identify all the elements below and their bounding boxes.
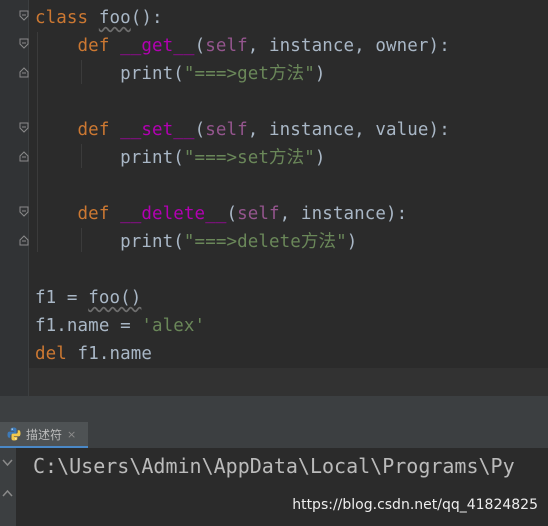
run-tab[interactable]: 描述符 ×	[0, 422, 88, 448]
code-line-11[interactable]: f1 = foo()	[35, 284, 141, 312]
self-param: self	[205, 36, 248, 56]
paren: (	[173, 148, 184, 168]
code-line-6[interactable]: print("===>set方法")	[35, 144, 326, 172]
paren: (	[173, 64, 184, 84]
paren: (	[173, 232, 184, 252]
print-call: print	[120, 232, 174, 252]
keyword-class: class	[35, 8, 89, 28]
code-line-3[interactable]: print("===>get方法")	[35, 60, 326, 88]
fold-marker-icon[interactable]	[19, 206, 29, 217]
console-toolbar	[0, 448, 16, 526]
keyword-del: del	[35, 344, 67, 364]
string-literal: 'alex'	[141, 316, 206, 336]
code-line-2[interactable]: def __get__(self, instance, owner):	[35, 32, 450, 60]
class-signature: ():	[130, 8, 163, 28]
fold-end-icon[interactable]	[19, 67, 29, 78]
method-name: __set__	[120, 120, 195, 140]
paren: )	[314, 64, 326, 84]
current-line-highlight	[29, 368, 548, 396]
self-param: self	[205, 120, 248, 140]
code-line-12[interactable]: f1.name = 'alex'	[35, 312, 205, 340]
string-literal: "===>delete方法"	[183, 232, 347, 252]
keyword-def: def	[77, 36, 110, 56]
attribute-assign: f1.name =	[35, 316, 142, 336]
run-console[interactable]: C:\Users\Admin\AppData\Local\Programs\Py	[0, 448, 548, 526]
code-line-9[interactable]: print("===>delete方法")	[35, 228, 357, 256]
paren: )	[346, 232, 358, 252]
method-params: , instance, owner):	[247, 36, 450, 56]
run-tab-label: 描述符	[26, 427, 63, 442]
fold-marker-icon[interactable]	[19, 38, 29, 49]
keyword-def: def	[77, 204, 110, 224]
code-editor[interactable]: class foo(): def __get__(self, instance,…	[0, 0, 548, 396]
editor-gutter	[0, 0, 29, 396]
chevron-up-icon[interactable]	[2, 488, 13, 498]
print-call: print	[120, 148, 174, 168]
watermark: https://blog.csdn.net/qq_41824825	[292, 497, 538, 513]
print-call: print	[120, 64, 174, 84]
panel-divider[interactable]	[0, 396, 548, 422]
variable-f1: f1	[35, 288, 57, 308]
python-icon	[7, 427, 21, 441]
string-literal: "===>set方法"	[183, 148, 315, 168]
del-target: f1.name	[66, 344, 153, 364]
paren: (	[226, 204, 238, 224]
close-icon[interactable]: ×	[67, 428, 76, 441]
code-line-5[interactable]: def __set__(self, instance, value):	[35, 116, 450, 144]
fold-marker-icon[interactable]	[19, 122, 29, 133]
string-literal: "===>get方法"	[183, 64, 315, 84]
class-name: foo	[98, 8, 131, 28]
fold-end-icon[interactable]	[19, 235, 29, 246]
console-output-line: C:\Users\Admin\AppData\Local\Programs\Py	[33, 454, 515, 478]
code-line-13[interactable]: del f1.name	[35, 340, 152, 368]
method-params: , instance, value):	[247, 120, 450, 140]
paren: (	[194, 36, 206, 56]
paren: (	[194, 120, 206, 140]
fold-marker-icon[interactable]	[19, 10, 29, 21]
method-name: __delete__	[120, 204, 227, 224]
self-param: self	[237, 204, 280, 224]
method-name: __get__	[120, 36, 195, 56]
method-params: , instance):	[279, 204, 408, 224]
run-tool-window-tabs: 描述符 ×	[0, 422, 548, 449]
constructor-call: foo()	[88, 288, 142, 308]
keyword-def: def	[77, 120, 110, 140]
code-line-1[interactable]: class foo():	[35, 4, 163, 32]
code-line-8[interactable]: def __delete__(self, instance):	[35, 200, 408, 228]
fold-end-icon[interactable]	[19, 151, 29, 162]
assign-op: =	[56, 288, 89, 308]
chevron-down-icon[interactable]	[2, 458, 13, 468]
paren: )	[314, 148, 326, 168]
